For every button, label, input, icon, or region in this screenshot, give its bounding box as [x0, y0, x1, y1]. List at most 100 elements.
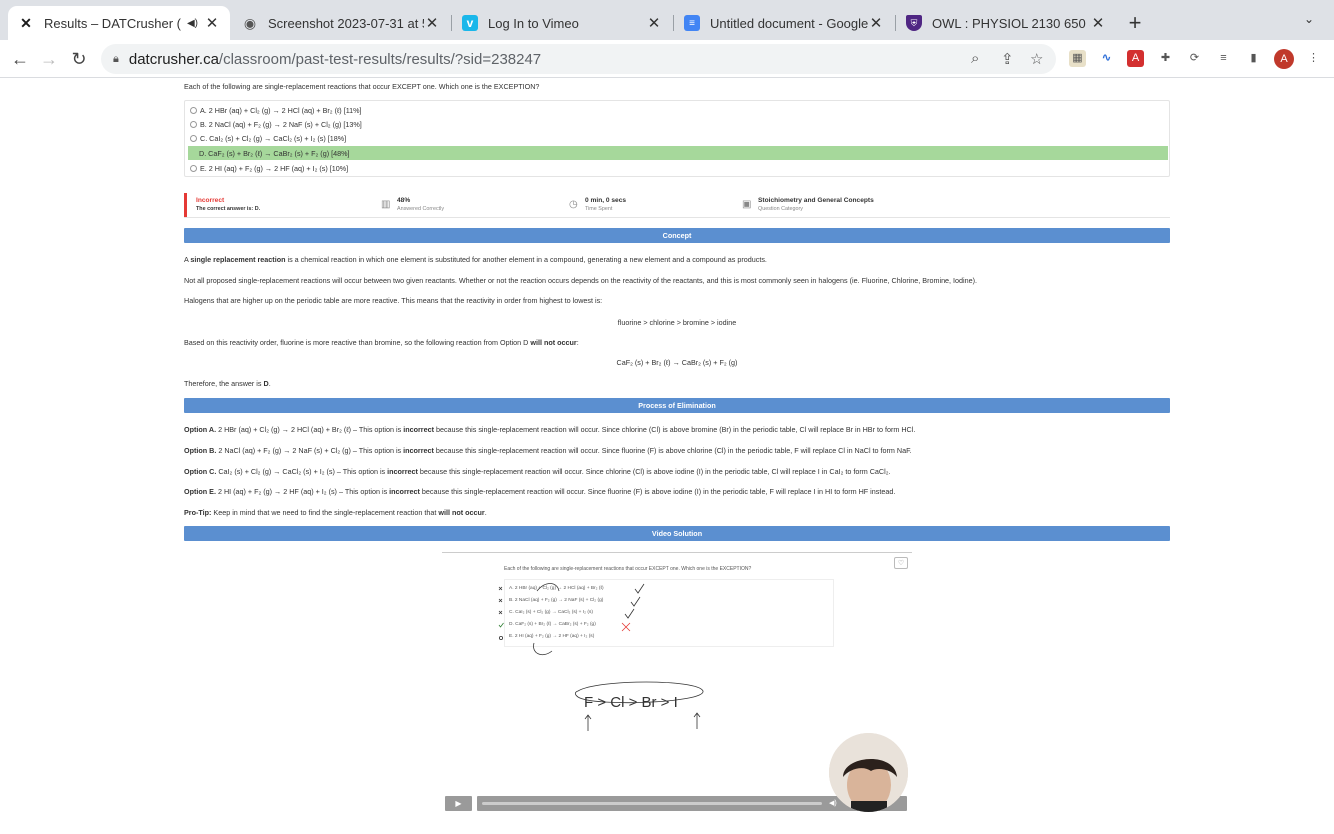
check-mark-icon: [624, 608, 635, 619]
answer-option-e[interactable]: E. 2 HI (aq) + F₂ (g) → 2 HF (aq) + I₂ (…: [188, 161, 1168, 175]
percent-stat: ▥ 48% Answered Correctly: [381, 197, 445, 212]
radio-button[interactable]: [190, 134, 197, 142]
browser-menu-icon[interactable]: ⋮: [1305, 50, 1322, 67]
answer-option-c[interactable]: C. CaI₂ (s) + Cl₂ (g) → CaCl₂ (s) + I₂ (…: [188, 131, 1168, 145]
tab-google-docs[interactable]: ≡ Untitled document - Google Do ✕: [674, 6, 894, 40]
page-content: Each of the following are single-replace…: [0, 78, 1334, 834]
speaker-icon[interactable]: ◀): [187, 18, 198, 29]
bold-text: will not occur: [438, 508, 485, 517]
percent-label: Answered Correctly: [397, 206, 445, 212]
answer-label: C. CaI₂ (s) + Cl₂ (g) → CaCl₂ (s) + I₂ (…: [200, 133, 347, 143]
protip-label: Pro-Tip:: [184, 508, 212, 517]
address-bar[interactable]: 🔒︎ datcrusher.ca/classroom/past-test-res…: [101, 44, 1056, 74]
forward-button[interactable]: →: [38, 48, 60, 70]
back-button[interactable]: ←: [9, 48, 31, 70]
text: CaI₂ (s) + Cl₂ (g) → CaCl₂ (s) + I₂ (s) …: [216, 467, 388, 476]
volume-icon[interactable]: ◀): [829, 799, 837, 807]
text: 2 HI (aq) + F₂ (g) → 2 HF (aq) + I₂ (s) …: [215, 487, 390, 496]
close-icon[interactable]: ✕: [868, 14, 884, 32]
performance-icon[interactable]: ⟳: [1186, 50, 1203, 67]
text: .: [484, 508, 487, 517]
clock-icon: ◷: [569, 199, 578, 210]
concept-paragraph-4: Based on this reactivity order, fluorine…: [184, 338, 579, 347]
close-icon[interactable]: ✕: [424, 14, 440, 32]
tab-title: Screenshot 2023-07-31 at 5.0: [268, 15, 424, 31]
concept-conclusion: Therefore, the answer is D.: [184, 379, 271, 388]
tab-title: Log In to Vimeo: [488, 15, 579, 31]
bookmark-star-icon[interactable]: ☆: [1030, 50, 1043, 68]
answer-option-b[interactable]: B. 2 NaCl (aq) + F₂ (g) → 2 NaF (s) + Cl…: [188, 117, 1168, 131]
concept-heading: Concept: [184, 228, 1170, 243]
handwriting-annotations: F > Cl > Br > I: [498, 583, 704, 731]
video-solution-heading: Video Solution: [184, 526, 1170, 541]
pdf-extension-icon[interactable]: A: [1127, 50, 1144, 67]
close-icon[interactable]: ✕: [1090, 14, 1106, 32]
radio-button[interactable]: [190, 120, 197, 128]
new-tab-button[interactable]: +: [1124, 10, 1146, 36]
answer-option-a[interactable]: A. 2 HBr (aq) + Cl₂ (g) → 2 HCl (aq) + B…: [188, 103, 1168, 117]
x-mark-icon: [498, 586, 503, 591]
media-control-icon[interactable]: ≡: [1215, 50, 1232, 67]
text: is a chemical reaction in which one elem…: [285, 255, 767, 264]
radio-button: [499, 636, 504, 641]
x-mark-icon: [498, 610, 503, 615]
option-label: Option E.: [184, 487, 216, 496]
answer-label: D. CaF₂ (s) + Br₂ (ℓ) → CaBr₂ (s) + F₂ (…: [199, 148, 350, 158]
calculator-extension-icon[interactable]: ▦: [1069, 50, 1086, 67]
bold-text: incorrect: [403, 446, 434, 455]
close-icon[interactable]: ✕: [646, 14, 662, 32]
text: Based on this reactivity order, fluorine…: [184, 338, 531, 347]
lock-icon[interactable]: 🔒︎: [113, 53, 119, 66]
tab-screenshot[interactable]: ◉ Screenshot 2023-07-31 at 5.0 ✕: [232, 6, 450, 40]
text: because this single-replacement reaction…: [433, 425, 916, 434]
check-mark-icon: [630, 596, 641, 607]
bold-text: incorrect: [387, 467, 418, 476]
tab-vimeo[interactable]: v Log In to Vimeo ✕: [452, 6, 672, 40]
radio-button[interactable]: [190, 164, 197, 172]
tab-search-chevron-icon[interactable]: ⌄: [1304, 12, 1314, 26]
text: because this single-replacement reaction…: [417, 467, 891, 476]
play-button[interactable]: ▶: [445, 796, 472, 811]
tab-owl[interactable]: ⛨ OWL : PHYSIOL 2130 650 SU2 ✕: [896, 6, 1116, 40]
text: :: [576, 338, 579, 347]
category-label: Question Category: [758, 206, 803, 212]
calendar-icon: ▣: [742, 199, 752, 210]
video-timestamp: 00:00: [811, 788, 823, 793]
reload-button[interactable]: ↻: [68, 48, 90, 70]
video-question-text: Each of the following are single-replace…: [504, 566, 752, 572]
zoom-icon[interactable]: ⌕: [971, 50, 979, 67]
tab-strip: ✕ Results – DATCrusher (Can ◀) ✕ ◉ Scree…: [0, 0, 1334, 40]
bold-text: incorrect: [403, 425, 434, 434]
side-panel-icon[interactable]: ▮: [1245, 50, 1262, 67]
x-mark-icon: [498, 598, 503, 603]
vimeo-icon: v: [462, 15, 478, 31]
up-arrow-icon: [693, 712, 701, 729]
concept-paragraph-3: Halogens that are higher up on the perio…: [184, 296, 603, 305]
concept-paragraph-2: Not all proposed single-replacement reac…: [184, 276, 978, 285]
elimination-heading: Process of Elimination: [184, 398, 1170, 413]
browser-toolbar: ← → ↻ 🔒︎ datcrusher.ca/classroom/past-te…: [0, 40, 1334, 78]
x-mark-icon: [621, 622, 631, 632]
radio-button[interactable]: [190, 106, 197, 114]
elimination-item-b: Option B. 2 NaCl (aq) + F₂ (g) → 2 NaF (…: [184, 446, 912, 455]
tab-datcrusher-results[interactable]: ✕ Results – DATCrusher (Can ◀) ✕: [8, 6, 230, 40]
heart-icon[interactable]: ♡: [894, 557, 908, 569]
tab-title: OWL : PHYSIOL 2130 650 SU2: [932, 15, 1090, 31]
concept-paragraph-1: A single replacement reaction is a chemi…: [184, 255, 767, 264]
progress-rail[interactable]: [482, 802, 822, 805]
close-icon[interactable]: ✕: [204, 14, 220, 32]
profile-avatar[interactable]: A: [1274, 49, 1294, 69]
answer-option-d[interactable]: D. CaF₂ (s) + Br₂ (ℓ) → CaBr₂ (s) + F₂ (…: [188, 146, 1168, 160]
time-stat: ◷ 0 min, 0 secs Time Spent: [569, 197, 626, 212]
result-status: Incorrect: [196, 197, 225, 204]
check-mark-icon: [634, 583, 645, 594]
owl-shield-icon: ⛨: [906, 15, 922, 31]
presenter-image: [829, 733, 908, 812]
share-icon[interactable]: ⇪: [1001, 50, 1014, 68]
wave-extension-icon[interactable]: ∿: [1098, 50, 1115, 67]
answer-label: B. 2 NaCl (aq) + F₂ (g) → 2 NaF (s) + Cl…: [200, 119, 362, 129]
check-mark-icon: [498, 622, 504, 628]
option-label: Option B.: [184, 446, 217, 455]
extensions-puzzle-icon[interactable]: ✚: [1157, 50, 1174, 67]
url-text[interactable]: datcrusher.ca/classroom/past-test-result…: [129, 51, 541, 68]
